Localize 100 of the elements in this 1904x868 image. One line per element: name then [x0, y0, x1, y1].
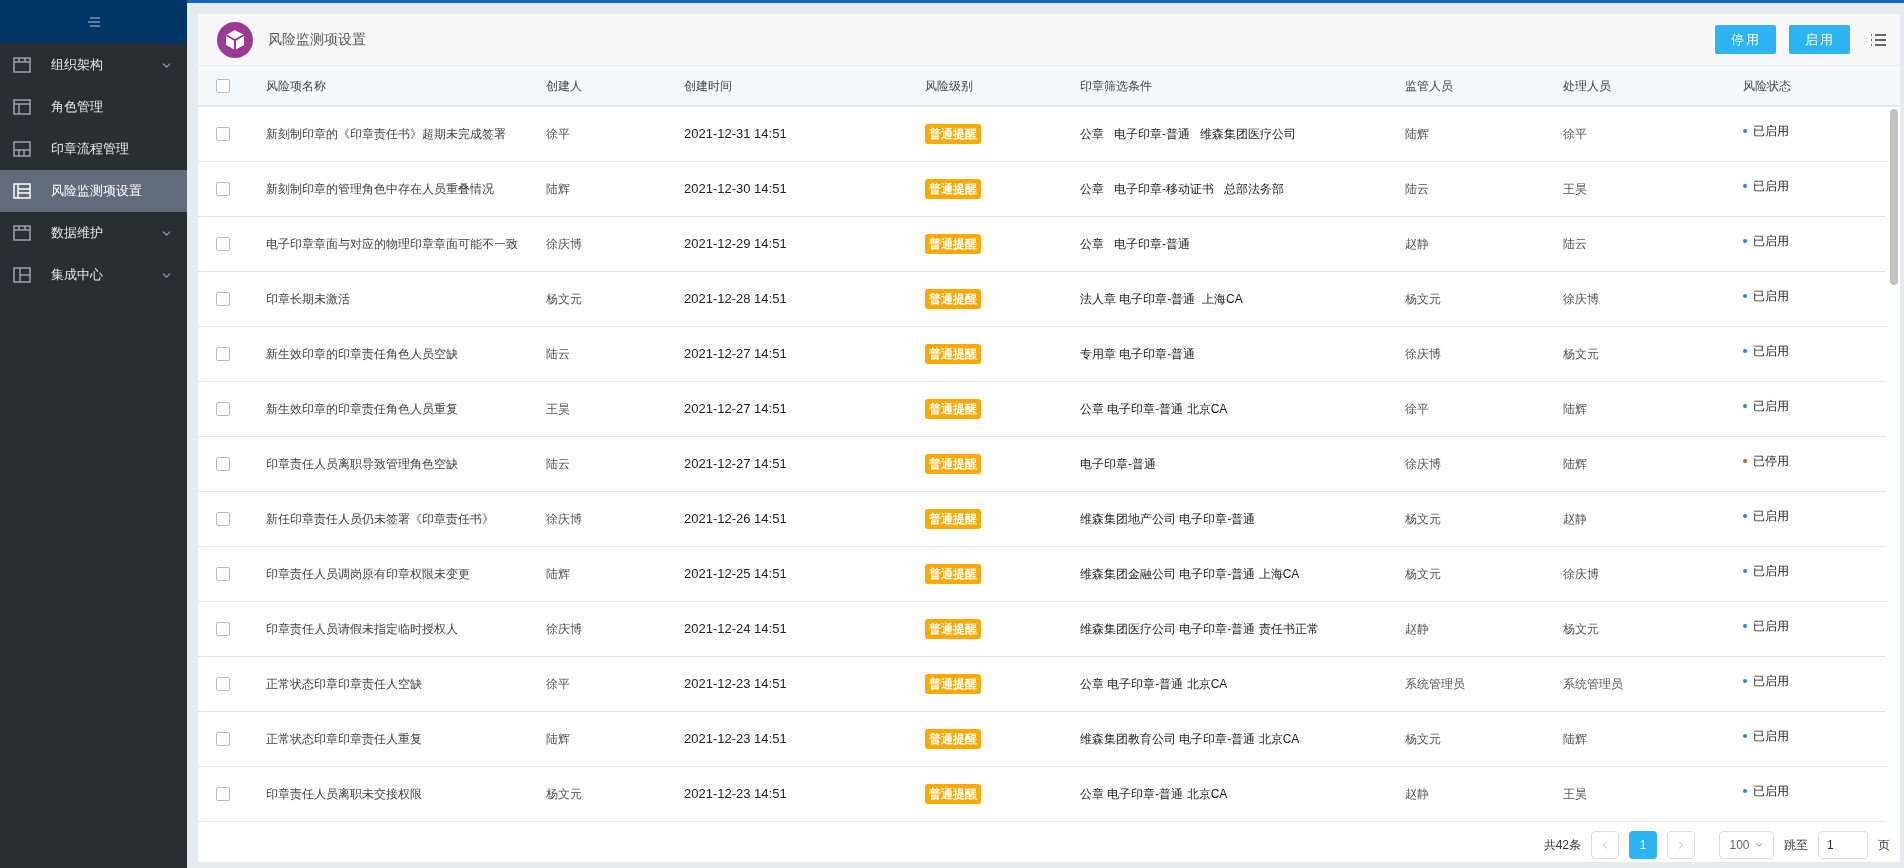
- table-cell-text: 专用章 电子印章-普通: [1080, 346, 1197, 363]
- previous-page-button[interactable]: [1591, 831, 1619, 859]
- table-cell-text: 王昊: [1563, 786, 1588, 803]
- level-tag: 普通提醒: [925, 454, 981, 474]
- column-header: 创建人: [546, 77, 583, 95]
- table-cell-text: 印章责任人员调岗原有印章权限未变更: [266, 566, 471, 583]
- table-cell-text: 杨文元: [1405, 566, 1442, 583]
- page-input[interactable]: 1: [1818, 831, 1868, 859]
- table-cell-text: 2021-12-23 14:51: [684, 785, 788, 804]
- table-cell-text: 系统管理员: [1563, 676, 1624, 693]
- table-cell-text: 新刻制印章的《印章责任书》超期未完成签署: [266, 126, 507, 143]
- table-cell-text: 陆辉: [546, 566, 571, 583]
- sidebar-item[interactable]: 集成中心: [0, 254, 187, 296]
- table-cell-text: 杨文元: [546, 291, 583, 308]
- status-text: 已停用: [1753, 453, 1789, 470]
- sidebar-item[interactable]: 风险监测项设置: [0, 170, 187, 212]
- table-cell-text: 徐庆博: [1563, 291, 1600, 308]
- table-cell-text: 徐庆博: [1405, 346, 1442, 363]
- jump-label: 跳至: [1784, 837, 1808, 854]
- status-text: 已启用: [1753, 783, 1789, 800]
- table-cell-text: 赵静: [1405, 786, 1430, 803]
- checkbox[interactable]: [216, 127, 230, 141]
- table-cell-text: 杨文元: [1405, 511, 1442, 528]
- table-cell-text: 陆辉: [1405, 126, 1430, 143]
- table-cell-text: 王昊: [1563, 181, 1588, 198]
- table-cell-text: 陆辉: [1563, 456, 1588, 473]
- table-cell-text: 新刻制印章的管理角色中存在人员重叠情况: [266, 181, 495, 198]
- sidebar-item[interactable]: 数据维护: [0, 212, 187, 254]
- table-cell-text: 印章责任人员请假未指定临时授权人: [266, 621, 459, 638]
- table-cell-text: 2021-12-29 14:51: [684, 235, 788, 254]
- page-title: 风险监测项设置: [268, 30, 367, 49]
- table-cell-text: 公章 电子印章-普通 北京CA: [1080, 786, 1229, 803]
- level-tag: 普通提醒: [925, 289, 981, 309]
- table-cell-text: 陆云: [546, 456, 571, 473]
- table-cell-text: 维森集团地产公司 电子印章-普通: [1080, 511, 1257, 528]
- level-tag: 普通提醒: [925, 619, 981, 639]
- column-header: 印章筛选条件: [1080, 77, 1153, 95]
- checkbox[interactable]: [216, 347, 230, 361]
- checkbox[interactable]: [216, 78, 230, 93]
- table-cell-text: 杨文元: [1563, 346, 1600, 363]
- sidebar-item[interactable]: 组织架构: [0, 44, 187, 86]
- checkbox[interactable]: [216, 402, 230, 416]
- level-tag: 普通提醒: [925, 234, 981, 254]
- table-cell-text: 公章 电子印章-普通 维森集团医疗公司: [1080, 126, 1297, 143]
- table-cell-text: 陆辉: [1563, 731, 1588, 748]
- status-text: 已启用: [1753, 343, 1789, 360]
- table-cell-text: 陆辉: [546, 181, 571, 198]
- table-cell-text: 2021-12-27 14:51: [684, 400, 788, 419]
- table-cell-text: 新任印章责任人员仍未签署《印章责任书》: [266, 511, 495, 528]
- sidebar-item[interactable]: 角色管理: [0, 86, 187, 128]
- status-text: 已启用: [1753, 178, 1789, 195]
- table-cell-text: 维森集团医疗公司 电子印章-普通 责任书正常: [1080, 621, 1320, 638]
- checkbox[interactable]: [216, 677, 230, 691]
- status-text: 已启用: [1753, 233, 1789, 250]
- status-text: 已启用: [1753, 673, 1789, 690]
- checkbox[interactable]: [216, 732, 230, 746]
- table-cell-text: 徐庆博: [546, 236, 583, 253]
- checkbox[interactable]: [216, 457, 230, 471]
- checkbox[interactable]: [216, 567, 230, 581]
- table-cell-text: 正常状态印章印章责任人空缺: [266, 676, 423, 693]
- list-icon[interactable]: [1870, 32, 1886, 47]
- status-text: 已启用: [1753, 123, 1789, 140]
- table-cell-text: 2021-12-23 14:51: [684, 675, 788, 694]
- table-cell-text: 公章 电子印章-普通 北京CA: [1080, 676, 1229, 693]
- table-cell-text: 杨文元: [546, 786, 583, 803]
- checkbox[interactable]: [216, 237, 230, 251]
- level-tag: 普通提醒: [925, 509, 981, 529]
- table-cell-text: 杨文元: [1405, 291, 1442, 308]
- level-tag: 普通提醒: [925, 399, 981, 419]
- checkbox[interactable]: [216, 292, 230, 306]
- status-text: 已启用: [1753, 728, 1789, 745]
- level-tag: 普通提醒: [925, 729, 981, 749]
- table-cell-text: 系统管理员: [1405, 676, 1466, 693]
- checkbox[interactable]: [216, 182, 230, 196]
- status-text: 已启用: [1753, 398, 1789, 415]
- level-tag: 普通提醒: [925, 564, 981, 584]
- table-cell-text: 徐平: [546, 126, 571, 143]
- checkbox[interactable]: [216, 622, 230, 636]
- status-text: 已启用: [1753, 563, 1789, 580]
- column-header: 处理人员: [1563, 77, 1612, 95]
- table-cell-text: 电子印章-普通: [1080, 456, 1157, 473]
- table-cell-text: 新生效印章的印章责任角色人员重复: [266, 401, 459, 418]
- checkbox[interactable]: [216, 787, 230, 801]
- page-size-select[interactable]: 100: [1719, 831, 1774, 859]
- sidebar-item[interactable]: 印章流程管理: [0, 128, 187, 170]
- table-cell-text: 2021-12-26 14:51: [684, 510, 788, 529]
- table-cell-text: 赵静: [1405, 236, 1430, 253]
- table-cell-text: 公章 电子印章-普通 北京CA: [1080, 401, 1229, 418]
- menu-item-icon: [12, 139, 32, 159]
- table-cell-text: 陆云: [546, 346, 571, 363]
- level-tag: 普通提醒: [925, 784, 981, 804]
- level-tag: 普通提醒: [925, 344, 981, 364]
- next-page-button[interactable]: [1667, 831, 1695, 859]
- menu-icon[interactable]: [86, 16, 101, 28]
- column-header: 监管人员: [1405, 77, 1454, 95]
- table-cell-text: 徐庆博: [546, 511, 583, 528]
- checkbox[interactable]: [216, 512, 230, 526]
- menu-item-icon: [12, 97, 32, 117]
- table-cell-text: 印章责任人员离职未交接权限: [266, 786, 423, 803]
- table-cell-text: 2021-12-25 14:51: [684, 565, 788, 584]
